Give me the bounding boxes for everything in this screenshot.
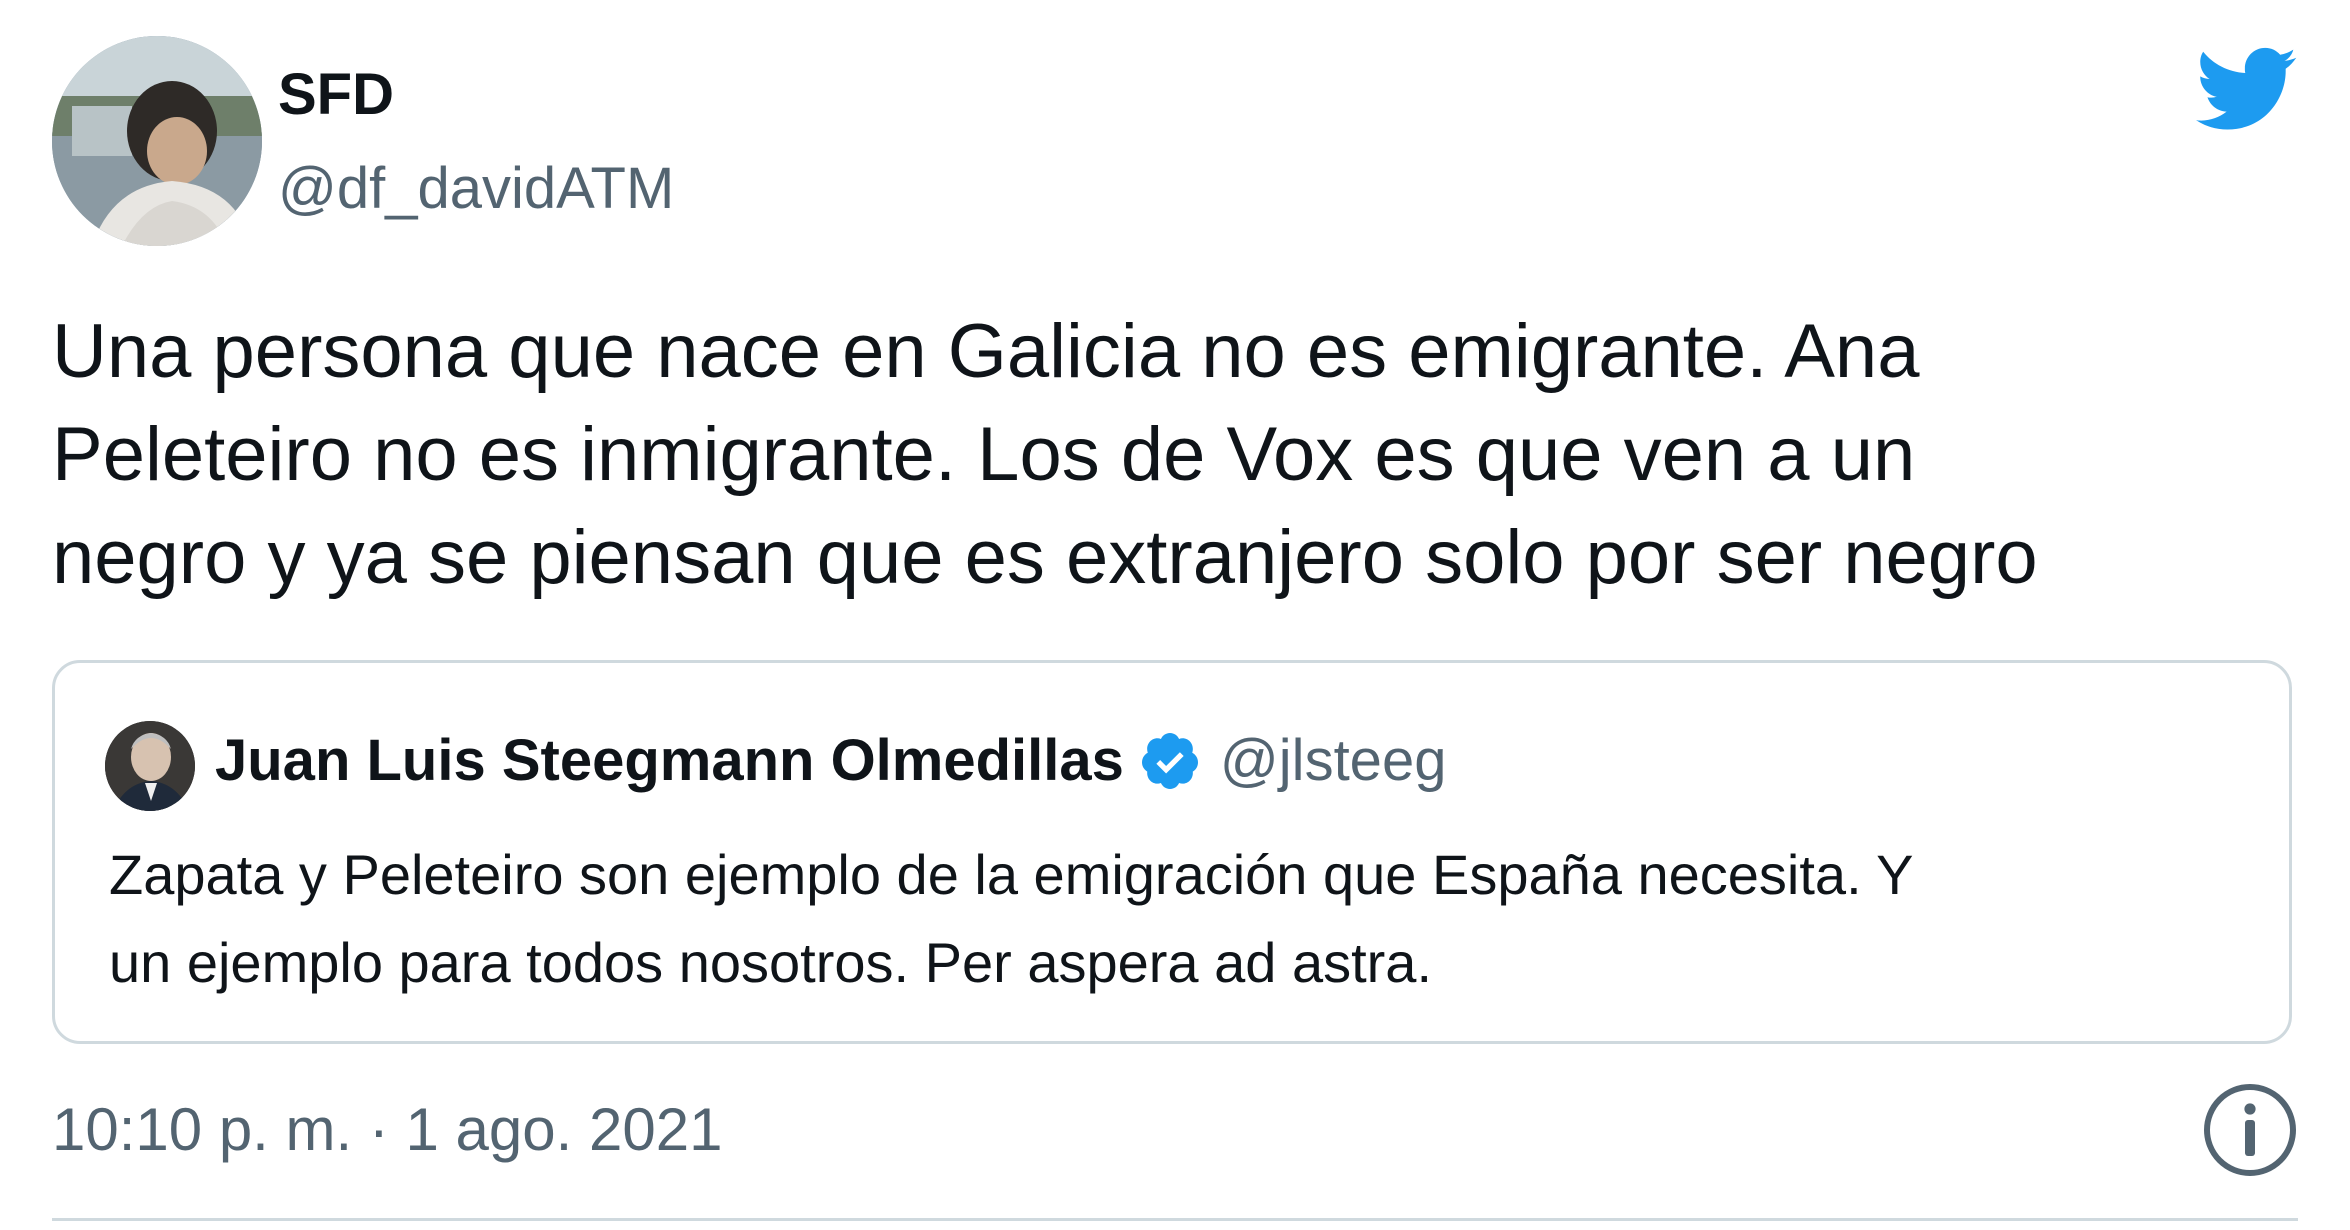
tweet-text-line: negro y ya se piensan que es extranjero …	[52, 515, 2038, 600]
author-avatar-image	[52, 36, 262, 246]
verified-badge-icon	[1141, 733, 1198, 789]
tweet-text-line: Una persona que nace en Galicia no es em…	[52, 309, 1920, 394]
author-handle[interactable]: @df_davidATM	[278, 160, 674, 218]
quoted-author-avatar-image	[105, 721, 195, 811]
quoted-tweet[interactable]: Juan Luis Steegmann Olmedillas @jlsteeg …	[52, 660, 2292, 1044]
author-name[interactable]: SFD	[278, 66, 394, 124]
quoted-tweet-text-line: un ejemplo para todos nosotros. Per aspe…	[109, 931, 1432, 994]
tweet-text: Una persona que nace en Galicia no es em…	[52, 300, 2332, 609]
tweet-timestamp[interactable]: 10:10 p. m. · 1 ago. 2021	[52, 1100, 722, 1160]
info-icon[interactable]	[2202, 1082, 2298, 1178]
quoted-author-avatar[interactable]	[105, 721, 195, 811]
quoted-tweet-text-line: Zapata y Peleteiro son ejemplo de la emi…	[109, 843, 1914, 906]
quoted-tweet-text: Zapata y Peleteiro son ejemplo de la emi…	[109, 831, 1914, 1007]
tweet-text-line: Peleteiro no es inmigrante. Los de Vox e…	[52, 412, 1916, 497]
bottom-divider	[52, 1218, 2298, 1221]
quoted-tweet-header: Juan Luis Steegmann Olmedillas @jlsteeg	[215, 729, 1446, 793]
quoted-author-name[interactable]: Juan Luis Steegmann Olmedillas	[215, 732, 1124, 790]
quoted-author-handle[interactable]: @jlsteeg	[1220, 732, 1447, 790]
author-avatar[interactable]	[52, 36, 262, 246]
twitter-bird-icon[interactable]	[2196, 46, 2298, 134]
